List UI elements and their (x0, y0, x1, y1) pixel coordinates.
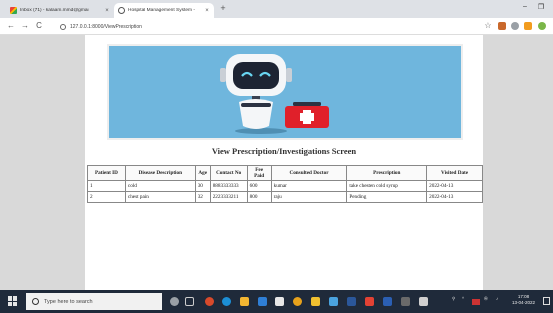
profile-icon[interactable] (511, 22, 519, 30)
page-viewport: View Prescription/Investigations Screen … (0, 35, 553, 290)
table-cell: chest pain (124, 191, 196, 203)
table-cell: 2223333211 (209, 191, 248, 203)
powerpoint-icon[interactable] (365, 297, 374, 306)
file-explorer-icon[interactable] (240, 297, 249, 306)
table-cell: 800 (246, 191, 272, 203)
globe-icon (118, 7, 125, 14)
table-cell: 2022-04-13 (426, 180, 483, 192)
table-cell: 2022-04-13 (426, 191, 483, 203)
extension-icon[interactable] (498, 22, 506, 30)
tray-app-icon[interactable] (472, 299, 480, 305)
url-text: 127.0.0.1:8000/ViewPrescription (70, 23, 142, 30)
table-cell: take chesten cold syrup (346, 180, 428, 192)
column-header: Visited Date (426, 165, 483, 181)
store-icon[interactable] (258, 297, 267, 306)
table-cell: cold (124, 180, 196, 192)
cortana-icon[interactable] (170, 297, 179, 306)
app-icon[interactable] (419, 297, 428, 306)
table-header-row: Patient ID Disease Description Age Conta… (87, 165, 483, 181)
folder-icon[interactable] (311, 297, 320, 306)
table-row: 2 chest pain 32 2223333211 800 raju Pend… (87, 191, 483, 203)
column-header: Disease Description (124, 165, 196, 181)
table-cell: 1 (87, 180, 126, 192)
extension-icon[interactable] (538, 22, 546, 30)
word-icon[interactable] (347, 297, 356, 306)
task-view-icon[interactable] (185, 297, 194, 306)
table-cell: raju (270, 191, 348, 203)
table-cell: Pending (346, 191, 428, 203)
back-button[interactable]: ← (6, 21, 16, 31)
address-bar[interactable]: 127.0.0.1:8000/ViewPrescription (60, 21, 480, 32)
column-header: Contact No (209, 165, 248, 181)
restore-button[interactable]: ❐ (535, 3, 547, 11)
banner-image (109, 46, 461, 138)
reload-button[interactable]: C (34, 21, 44, 31)
page-content: View Prescription/Investigations Screen … (85, 35, 483, 290)
app-icon[interactable] (329, 297, 338, 306)
new-tab-button[interactable]: + (218, 3, 228, 13)
windows-start-icon[interactable] (8, 296, 18, 306)
taskbar-search-input[interactable]: Type here to search (26, 293, 162, 310)
taskbar-clock[interactable]: 17:08 13-04-2022 (512, 294, 535, 306)
notifications-icon[interactable] (543, 297, 550, 305)
windows-taskbar: Type here to search ⚲ ^ ✇ ♪ 17:08 13-04-… (0, 290, 553, 313)
column-header: Fee Paid (246, 165, 272, 181)
search-icon (32, 298, 39, 305)
tray-people-icon[interactable]: ⚲ (452, 296, 455, 302)
tray-volume-icon[interactable]: ♪ (496, 296, 498, 301)
extension-icon[interactable] (524, 22, 532, 30)
robot-doctor-illustration (220, 54, 329, 134)
browser-tab-strip: Inbox (71) - kalaam.mmd@gmai × Hospital … (0, 0, 553, 18)
page-title: View Prescription/Investigations Screen (211, 146, 357, 156)
tray-chevron-up-icon[interactable]: ^ (462, 296, 464, 301)
search-placeholder: Type here to search (44, 298, 93, 305)
column-header: Patient ID (87, 165, 126, 181)
forward-button[interactable]: → (20, 21, 30, 31)
tab-gmail[interactable]: Inbox (71) - kalaam.mmd@gmai × (6, 3, 114, 18)
tab-close-icon[interactable]: × (103, 8, 111, 14)
app-icon[interactable] (275, 297, 284, 306)
tab-label: Inbox (71) - kalaam.mmd@gmai (20, 8, 89, 13)
clock-date: 13-04-2022 (512, 300, 536, 305)
column-header: Consulted Doctor (270, 165, 348, 181)
opera-icon[interactable] (205, 297, 214, 306)
table-cell: 600 (246, 180, 272, 192)
app-icon[interactable] (383, 297, 392, 306)
minimize-button[interactable]: – (519, 3, 531, 10)
tab-hospital[interactable]: Hospital Management System - × (114, 3, 214, 18)
column-header: Age (194, 165, 211, 181)
table-row: 1 cold 30 8883333333 600 kumar take ches… (87, 180, 483, 192)
app-icon[interactable] (401, 297, 410, 306)
table-cell: kumar (270, 180, 348, 192)
bookmark-star-icon[interactable]: ☆ (483, 21, 493, 31)
info-icon[interactable] (60, 23, 66, 30)
table-cell: 32 (194, 191, 211, 203)
tab-label: Hospital Management System - (128, 8, 195, 13)
tab-close-icon[interactable]: × (203, 8, 211, 14)
prescription-table: Patient ID Disease Description Age Conta… (87, 165, 483, 203)
browser-toolbar: ← → C 127.0.0.1:8000/ViewPrescription ☆ (0, 18, 553, 35)
table-cell: 8883333333 (209, 180, 248, 192)
column-header: Prescription (346, 165, 428, 181)
table-cell: 2 (87, 191, 126, 203)
banner-frame (107, 44, 463, 140)
chrome-icon[interactable] (293, 297, 302, 306)
edge-icon[interactable] (222, 297, 231, 306)
gmail-icon (10, 7, 17, 14)
table-cell: 30 (194, 180, 211, 192)
tray-network-icon[interactable]: ✇ (484, 296, 488, 302)
